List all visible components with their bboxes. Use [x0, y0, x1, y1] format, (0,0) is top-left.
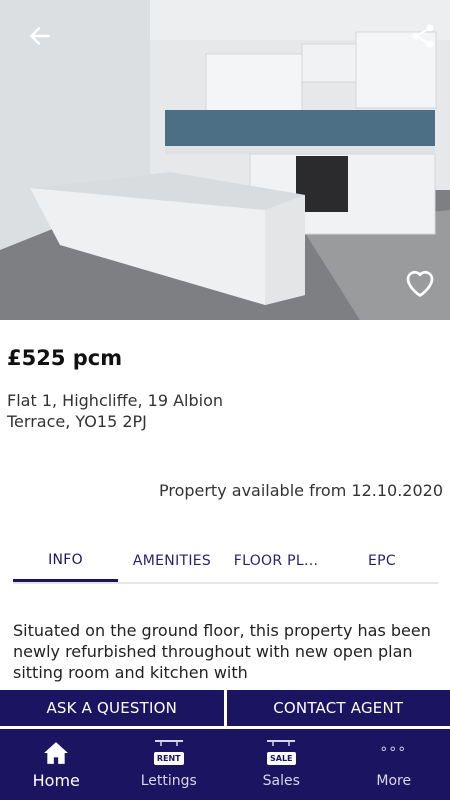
nav-item-lettings[interactable]: RENT Lettings	[113, 729, 226, 800]
arrow-left-icon	[30, 27, 50, 45]
tab-amenities[interactable]: AMENITIES	[118, 540, 226, 582]
home-icon	[43, 739, 69, 767]
nav-label-sales: Sales	[262, 773, 300, 789]
kitchen-photo	[0, 0, 450, 320]
sale-sign-icon: SALE	[264, 739, 298, 767]
bottom-navigation: Home RENT Lettings SALE Sales °°° More	[0, 729, 450, 800]
availability-date: Property available from 12.10.2020	[158, 481, 443, 500]
rent-sign-icon: RENT	[152, 739, 186, 767]
nav-label-home: Home	[32, 771, 80, 790]
detail-tabs: INFO AMENITIES FLOOR PL... EPC	[13, 540, 438, 584]
sale-badge: SALE	[266, 751, 296, 765]
contact-agent-button[interactable]: CONTACT AGENT	[226, 690, 450, 726]
listing-address: Flat 1, Highcliffe, 19 Albion Terrace, Y…	[7, 391, 224, 431]
action-bar: ASK A QUESTION CONTACT AGENT	[0, 690, 450, 726]
nav-item-home[interactable]: Home	[0, 729, 113, 800]
favourite-button[interactable]	[400, 262, 440, 302]
heart-outline-icon	[406, 270, 434, 297]
tab-epc[interactable]: EPC	[326, 540, 438, 582]
tab-info[interactable]: INFO	[13, 540, 118, 582]
ask-question-button[interactable]: ASK A QUESTION	[0, 690, 224, 726]
listing-price: £525 pcm	[7, 346, 123, 370]
nav-label-lettings: Lettings	[140, 773, 197, 789]
nav-item-more[interactable]: °°° More	[338, 729, 450, 800]
property-photo[interactable]	[0, 0, 450, 320]
rent-badge: RENT	[153, 751, 184, 765]
nav-label-more: More	[376, 773, 412, 789]
nav-item-sales[interactable]: SALE Sales	[225, 729, 338, 800]
share-icon	[412, 24, 434, 48]
share-button[interactable]	[403, 16, 443, 56]
back-button[interactable]	[20, 16, 60, 56]
property-description: Situated on the ground floor, this prope…	[13, 621, 431, 682]
more-dots-icon: °°°	[380, 745, 408, 761]
tab-floor-plan[interactable]: FLOOR PL...	[226, 540, 326, 582]
